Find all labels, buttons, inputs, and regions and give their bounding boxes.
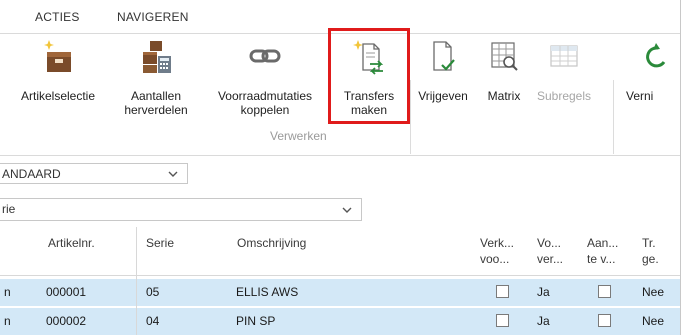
header-vo-line2: ver... xyxy=(537,252,564,266)
row-lead-cell: n xyxy=(4,285,11,299)
chevron-down-icon xyxy=(168,171,178,177)
tab-acties[interactable]: ACTIES xyxy=(35,10,80,24)
artikelselectie-label: Artikelselectie xyxy=(20,89,96,103)
ribbon-separator xyxy=(613,80,614,154)
boxes-calculator-icon xyxy=(112,38,200,88)
vrijgeven-label: Vrijgeven xyxy=(418,89,468,103)
matrix-button[interactable]: Matrix xyxy=(479,34,529,138)
verni-button[interactable]: Verni xyxy=(620,34,680,138)
serie-cell: 04 xyxy=(146,314,160,328)
highlight-box xyxy=(328,28,410,124)
aantallen-label-line1: Aantallen xyxy=(130,89,182,103)
refresh-icon xyxy=(620,38,680,88)
header-omschrijving[interactable]: Omschrijving xyxy=(237,235,306,251)
voorraadmutaties-label-line1: Voorraadmutaties xyxy=(217,89,313,103)
header-vo[interactable]: Vo... ver... xyxy=(537,235,563,267)
document-check-icon xyxy=(409,38,477,88)
tab-navigeren[interactable]: NAVIGEREN xyxy=(117,10,189,24)
serie-cell: 05 xyxy=(146,285,160,299)
tr-cell: Nee xyxy=(642,314,665,328)
verk-checkbox[interactable] xyxy=(496,314,509,327)
grid-icon xyxy=(532,38,596,88)
field-select[interactable]: rie xyxy=(0,198,362,221)
artikelnr-cell: 000001 xyxy=(46,285,87,299)
ribbon-separator xyxy=(410,80,411,154)
aantallen-herverdelen-button[interactable]: Aantallen herverdelen xyxy=(112,34,200,138)
column-separator xyxy=(136,227,137,335)
view-select[interactable]: ANDAARD xyxy=(0,163,188,184)
omschrijving-cell: PIN SP xyxy=(236,314,276,328)
verk-checkbox[interactable] xyxy=(496,285,509,298)
verni-label: Verni xyxy=(626,89,654,103)
header-aan-line2: te v... xyxy=(587,252,616,266)
row-lead-cell: n xyxy=(4,314,11,328)
header-vo-line1: Vo... xyxy=(537,236,562,250)
grid-magnifier-icon xyxy=(479,38,529,88)
header-verk-line2: voo... xyxy=(480,252,510,266)
header-serie[interactable]: Serie xyxy=(146,235,174,251)
ribbon-divider xyxy=(0,155,680,156)
view-select-value: ANDAARD xyxy=(2,167,61,181)
header-aan-line1: Aan... xyxy=(587,236,619,250)
header-tr-line2: ge. xyxy=(642,252,659,266)
artikelselectie-button[interactable]: Artikelselectie xyxy=(6,34,110,138)
header-verk[interactable]: Verk... voo... xyxy=(480,235,514,267)
vo-cell: Ja xyxy=(537,285,550,299)
chain-link-icon xyxy=(203,38,327,88)
table-row[interactable]: n 000001 05 ELLIS AWS Ja Nee xyxy=(0,279,680,306)
header-aan[interactable]: Aan... te v... xyxy=(587,235,618,267)
table-header: Artikelnr. Serie Omschrijving Verk... vo… xyxy=(0,227,680,276)
header-artikelnr[interactable]: Artikelnr. xyxy=(48,235,95,251)
vrijgeven-button[interactable]: Vrijgeven xyxy=(409,34,477,138)
tr-cell: Nee xyxy=(642,285,665,299)
aantallen-label-line2: herverdelen xyxy=(124,103,188,117)
header-tr[interactable]: Tr. ge. xyxy=(642,235,659,267)
ribbon-group-label: Verwerken xyxy=(270,129,327,143)
omschrijving-cell: ELLIS AWS xyxy=(236,285,299,299)
artikelnr-cell: 000002 xyxy=(46,314,87,328)
subregels-button[interactable]: Subregels xyxy=(532,34,596,138)
aan-checkbox[interactable] xyxy=(598,285,611,298)
matrix-label: Matrix xyxy=(487,89,521,103)
voorraadmutaties-label-line2: koppelen xyxy=(240,103,290,117)
chevron-down-icon xyxy=(342,207,352,213)
voorraadmutaties-koppelen-button[interactable]: Voorraadmutaties koppelen xyxy=(203,34,327,138)
aan-checkbox[interactable] xyxy=(598,314,611,327)
header-verk-line1: Verk... xyxy=(480,236,515,250)
field-select-value: rie xyxy=(2,202,16,216)
vo-cell: Ja xyxy=(537,314,550,328)
table-row[interactable]: n 000002 04 PIN SP Ja Nee xyxy=(0,308,680,335)
header-tr-line1: Tr. xyxy=(642,236,656,250)
box-sparkle-icon xyxy=(6,38,110,88)
subregels-label: Subregels xyxy=(536,89,592,103)
